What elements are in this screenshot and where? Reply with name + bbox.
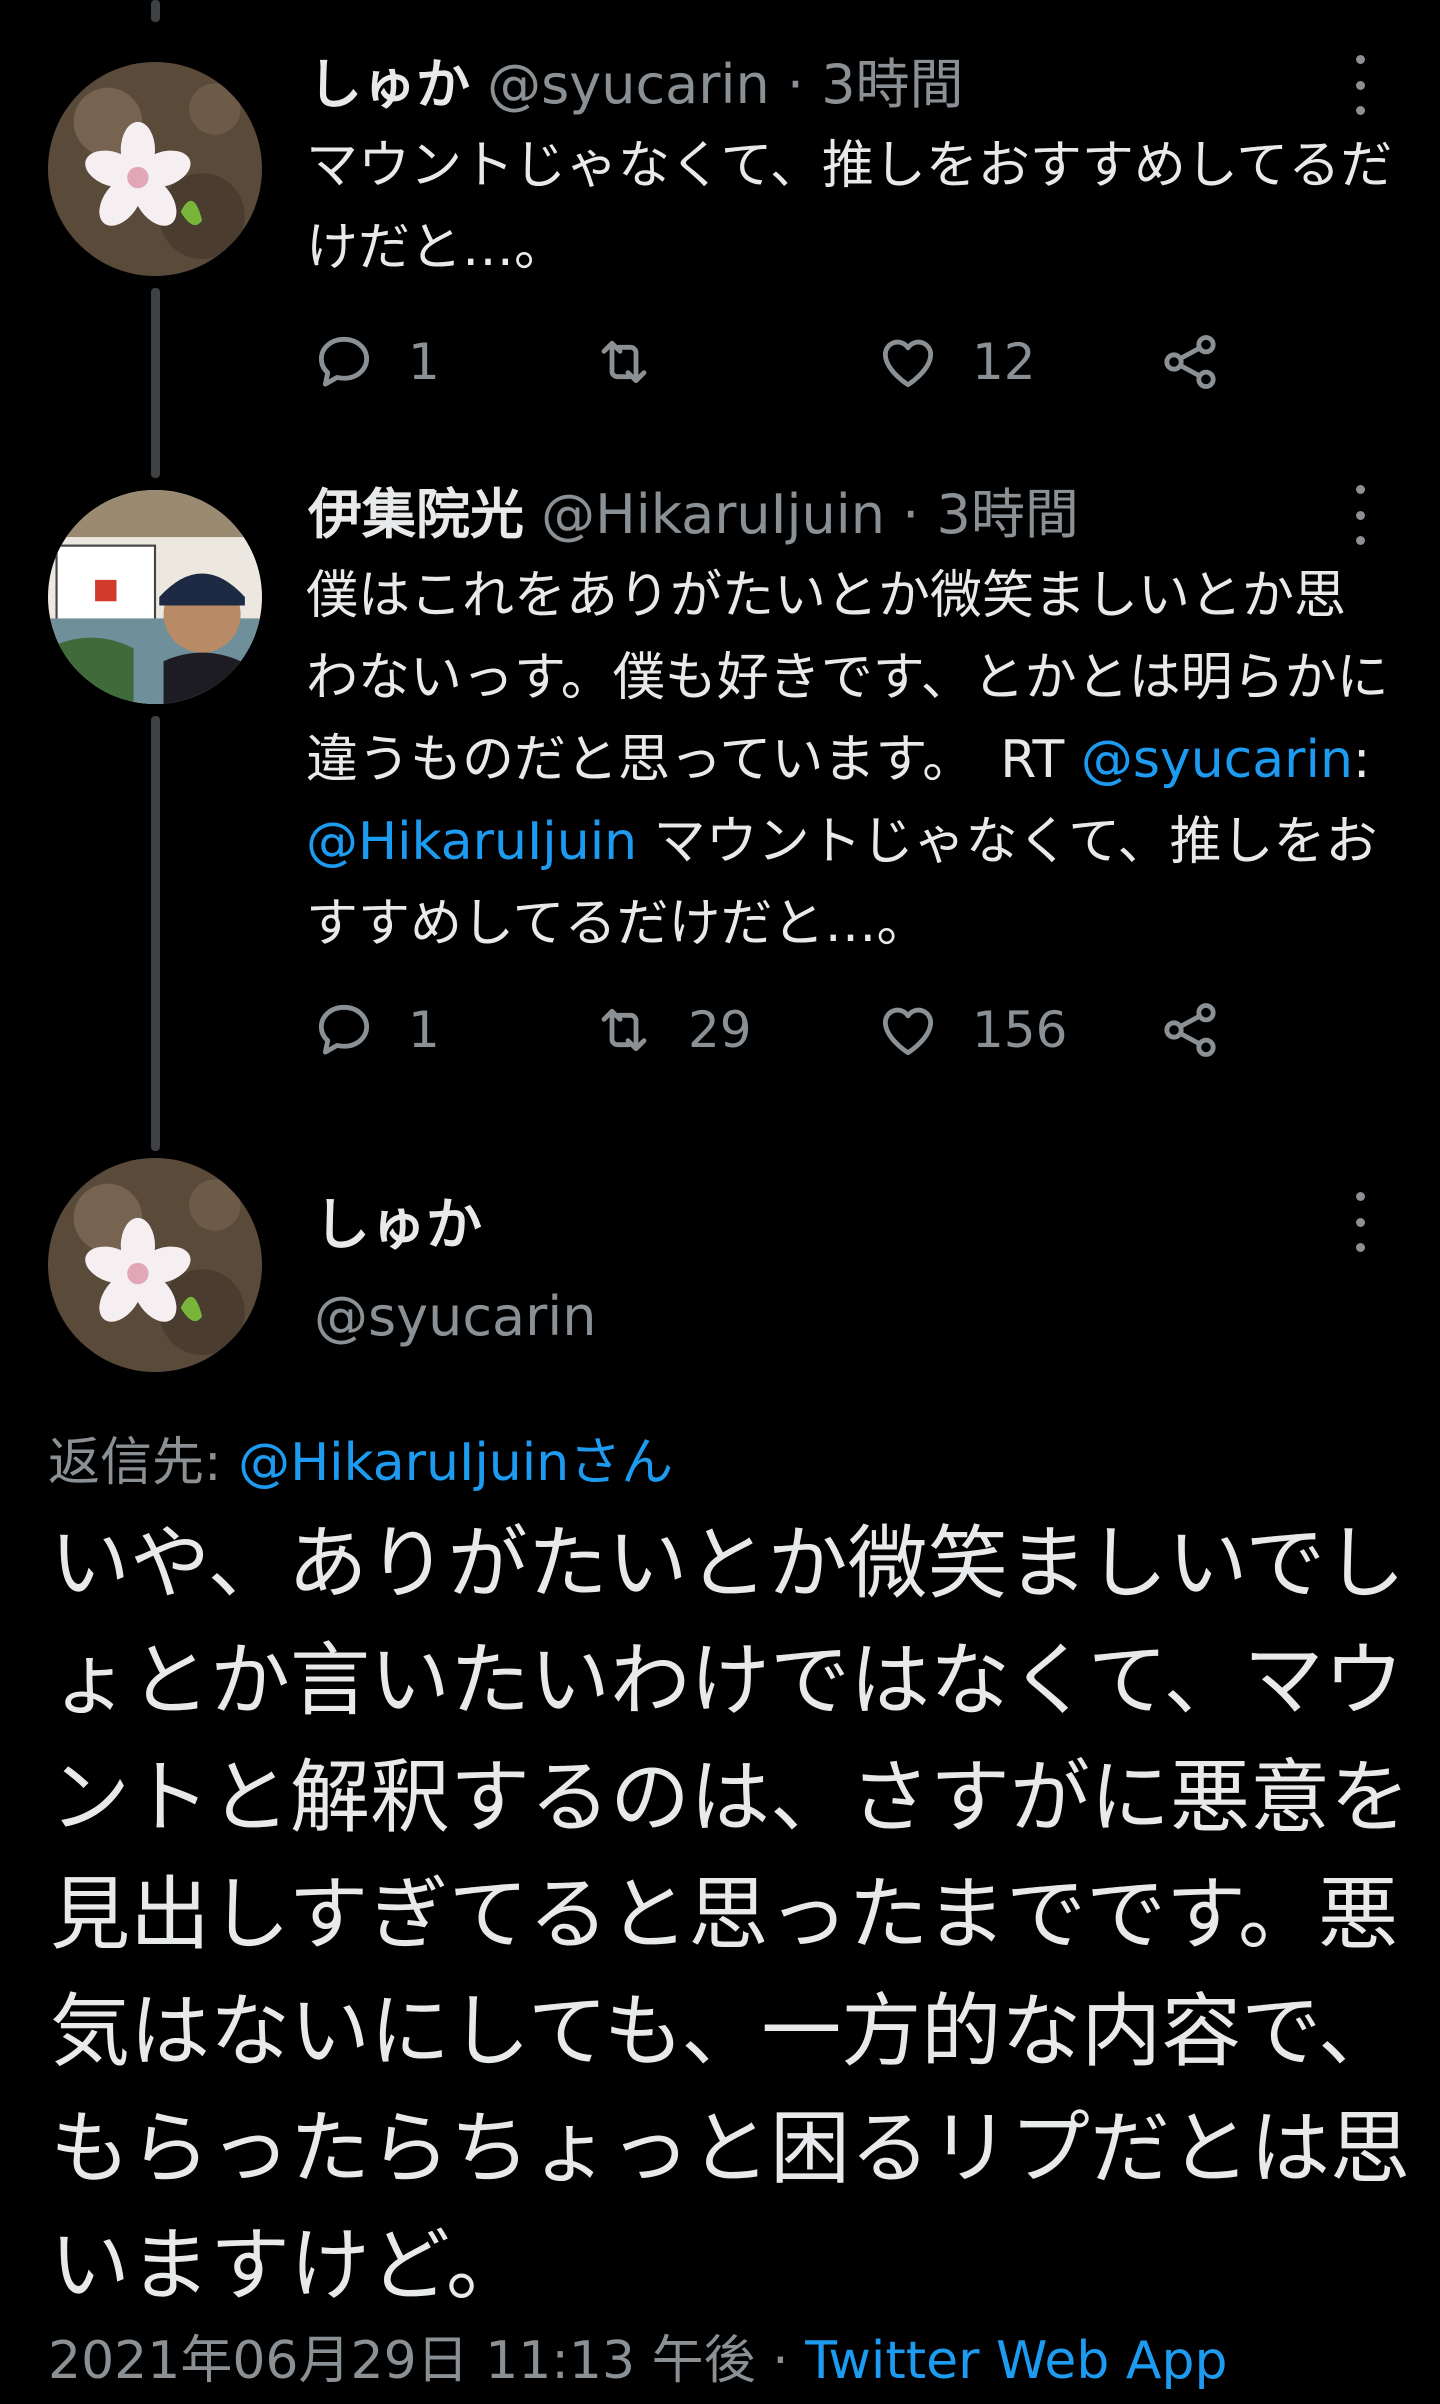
more-icon[interactable] [1345,55,1375,115]
source-link[interactable]: Twitter Web App [805,2331,1227,2391]
display-name[interactable]: しゅか [308,53,470,116]
more-icon[interactable] [1345,1192,1375,1252]
display-name[interactable]: しゅか [314,1180,482,1261]
like-button[interactable]: 12 [876,330,1036,394]
reply-icon [318,1004,370,1055]
mention-colon: : [1352,730,1371,790]
separator-dot: · [885,483,937,546]
reply-context: 返信先: @HikaruIjuinさん [48,1420,673,1495]
share-button[interactable] [1158,998,1222,1062]
like-button[interactable]: 156 [876,998,1067,1062]
share-icon [1164,1003,1216,1057]
reply-count: 1 [408,333,440,391]
mention-link[interactable]: @HikaruIjuin [306,812,637,872]
more-icon[interactable] [1345,485,1375,545]
tweet-text: マウントじゃなくて、推しをおすすめしてるだけだと…。 [306,136,1393,278]
main-tweet-text: いや、ありがたいとか微笑ましいでしょとか言いたいわけではなくて、マウントと解釈す… [50,1517,1410,2312]
share-icon [1164,335,1216,389]
tweet-footer: 2021年06月29日 11:13 午後 · Twitter Web App [48,2318,1227,2393]
avatar[interactable] [48,62,262,276]
retweet-icon [601,340,647,384]
avatar[interactable] [48,490,262,704]
reply-label: 返信先: [48,1433,239,1493]
retweet-button[interactable]: 29 [592,998,752,1062]
avatar[interactable] [48,1158,262,1372]
like-count: 12 [972,333,1036,391]
reply-button[interactable]: 1 [312,330,440,394]
retweet-count: 29 [688,1001,752,1059]
share-button[interactable] [1158,330,1222,394]
reply-icon [318,336,370,387]
tweet-text: 僕はこれをありがたいとか微笑ましいとか思わないっす。僕も好きです、とかとは明らか… [306,555,1396,965]
retweet-button[interactable] [592,330,688,394]
separator-dot: · [755,2331,806,2391]
timestamp[interactable]: 3時間 [821,53,963,116]
reply-target-link[interactable]: @HikaruIjuinさん [238,1433,673,1493]
separator-dot: · [769,53,822,116]
thread-line-1 [151,288,160,478]
timestamp[interactable]: 2021年06月29日 11:13 午後 [48,2331,756,2391]
tweet-header: しゅか @syucarin · 3時間 [308,50,964,120]
handle[interactable]: @HikaruIjuin [541,483,885,546]
like-count: 156 [972,1001,1068,1059]
retweet-icon [601,1008,647,1052]
mention-link[interactable]: @syucarin [1081,730,1353,790]
like-icon [882,1007,934,1056]
reply-button[interactable]: 1 [312,998,440,1062]
timestamp[interactable]: 3時間 [937,483,1079,546]
thread-line-top [151,0,160,22]
reply-count: 1 [408,1001,440,1059]
handle[interactable]: @syucarin [487,53,770,116]
like-icon [882,339,934,388]
tweet-header: 伊集院光 @HikaruIjuin · 3時間 [308,480,1079,550]
display-name[interactable]: 伊集院光 [308,483,524,546]
handle[interactable]: @syucarin [314,1285,597,1348]
thread-line-2 [151,716,160,1151]
